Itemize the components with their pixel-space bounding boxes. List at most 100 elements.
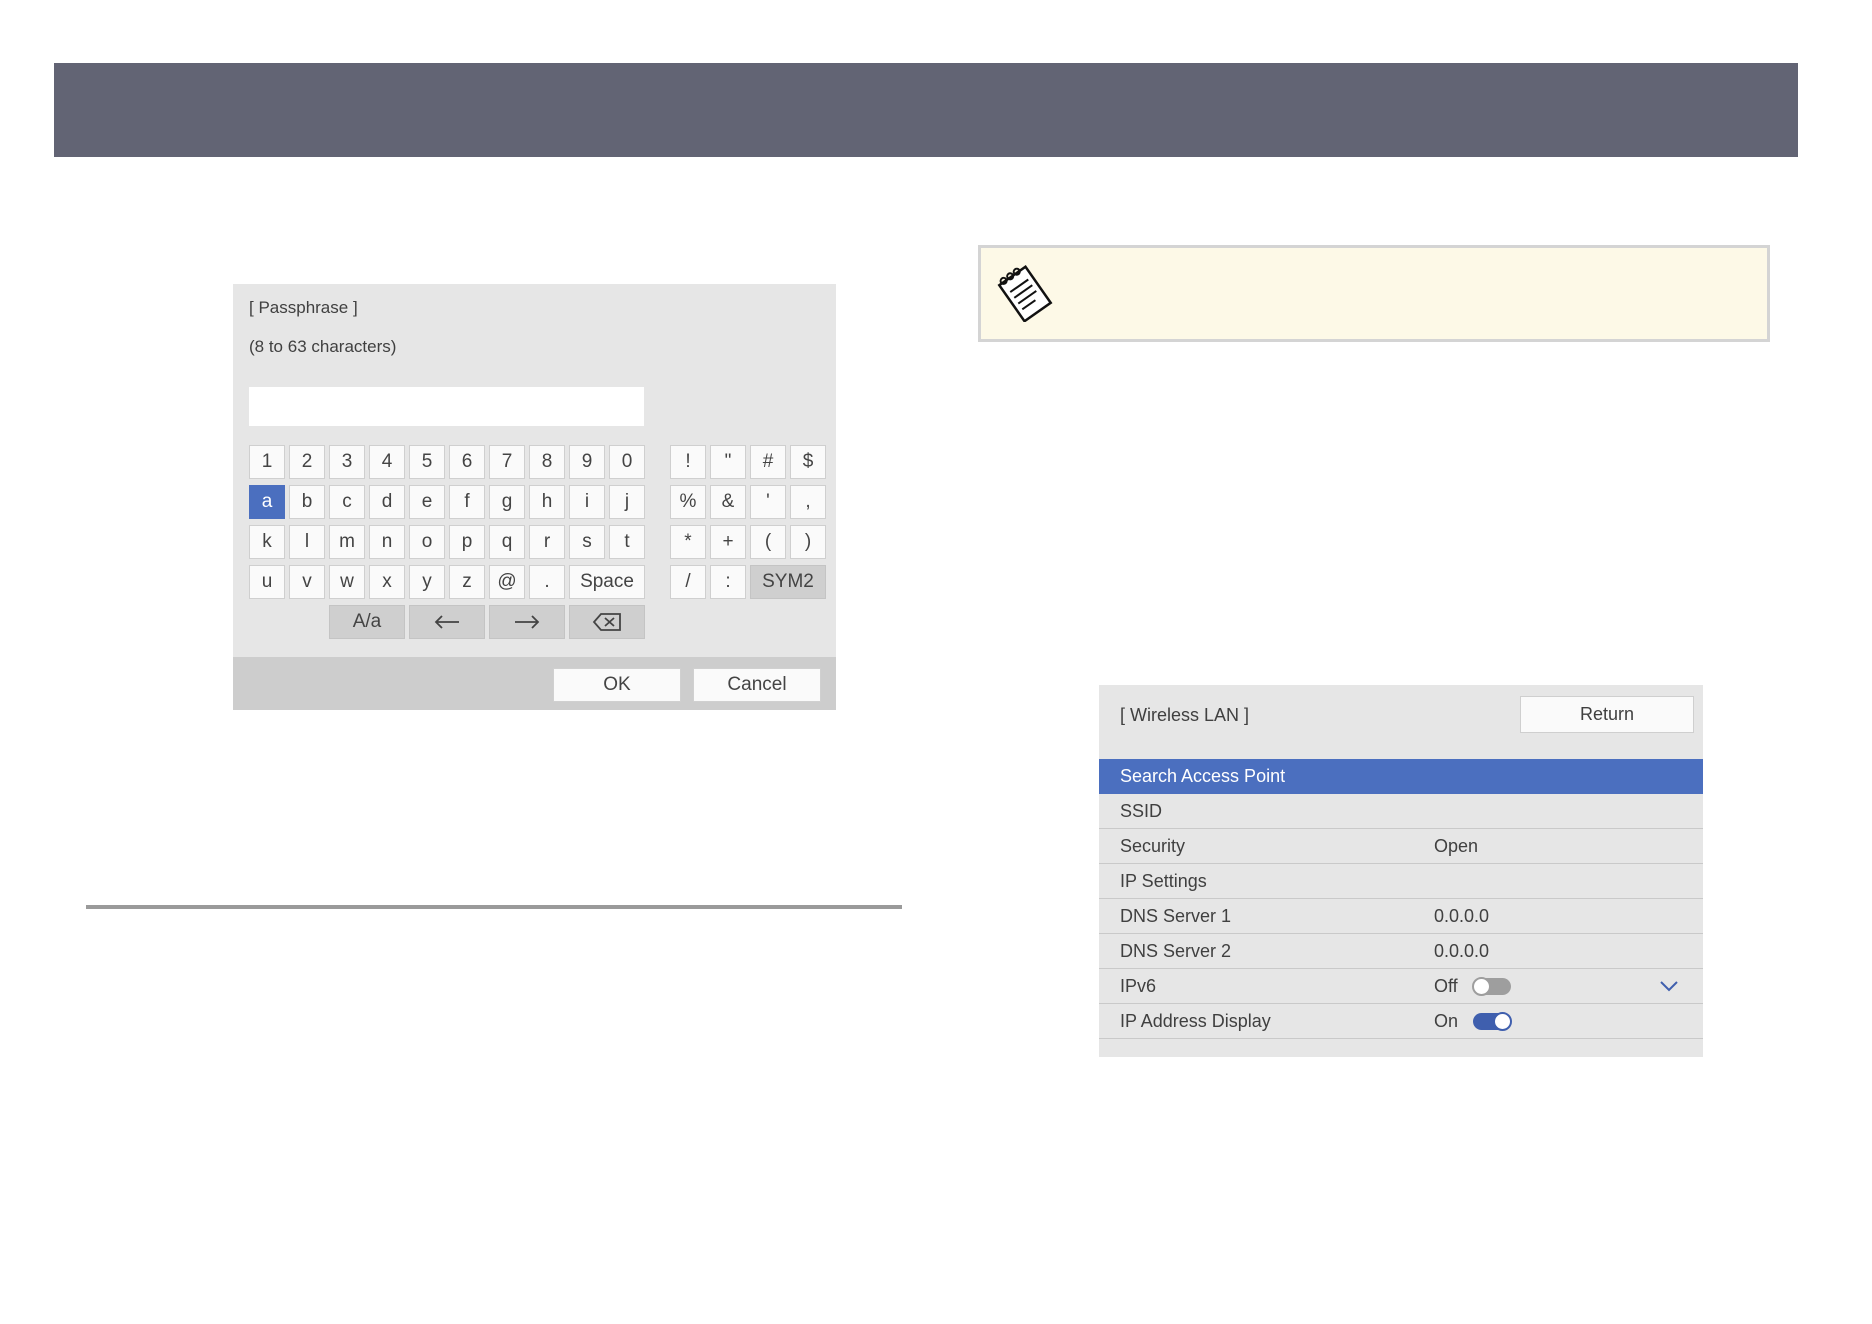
menu-item-search-access-point[interactable]: Search Access Point [1099,759,1703,794]
wireless-lan-panel: [ Wireless LAN ] Return Search Access Po… [1099,685,1703,1057]
key-a[interactable]: a [249,485,285,519]
passphrase-dialog: [ Passphrase ] (8 to 63 characters) 1 2 … [233,284,836,710]
settings-list: Search Access Point SSID Security Open I… [1099,759,1703,1039]
ok-button[interactable]: OK [553,668,681,702]
key-4[interactable]: 4 [369,445,405,479]
header-bar [54,63,1798,157]
key-double-quote[interactable]: " [710,445,746,479]
key-g[interactable]: g [489,485,525,519]
ip-address-display-toggle[interactable] [1473,1011,1513,1031]
key-1[interactable]: 1 [249,445,285,479]
key-c[interactable]: c [329,485,365,519]
backspace-key[interactable] [569,605,645,639]
key-at[interactable]: @ [489,565,525,599]
ipv6-toggle[interactable] [1471,976,1511,996]
menu-item-label: IPv6 [1120,975,1157,996]
key-p[interactable]: p [449,525,485,559]
menu-item-security[interactable]: Security Open [1099,829,1703,864]
menu-item-value: 0.0.0.0 [1434,905,1490,926]
key-comma[interactable]: , [790,485,826,519]
key-8[interactable]: 8 [529,445,565,479]
key-3[interactable]: 3 [329,445,365,479]
key-slash[interactable]: / [670,565,706,599]
menu-item-ipv6[interactable]: IPv6 Off [1099,969,1703,1004]
backspace-icon [592,613,621,631]
menu-item-ip-address-display[interactable]: IP Address Display On [1099,1004,1703,1039]
menu-item-label: SSID [1120,800,1163,821]
key-6[interactable]: 6 [449,445,485,479]
key-k[interactable]: k [249,525,285,559]
case-toggle-key[interactable]: A/a [329,605,405,639]
key-u[interactable]: u [249,565,285,599]
key-apostrophe[interactable]: ' [750,485,786,519]
key-o[interactable]: o [409,525,445,559]
menu-item-value: Off [1434,975,1458,996]
note-icon [997,265,1053,322]
cursor-right-key[interactable] [489,605,565,639]
key-open-paren[interactable]: ( [750,525,786,559]
key-colon[interactable]: : [710,565,746,599]
key-z[interactable]: z [449,565,485,599]
return-button[interactable]: Return [1520,696,1694,733]
menu-item-label: IP Settings [1120,870,1207,891]
panel-title: [ Wireless LAN ] [1120,705,1250,725]
key-v[interactable]: v [289,565,325,599]
key-ampersand[interactable]: & [710,485,746,519]
key-i[interactable]: i [569,485,605,519]
key-close-paren[interactable]: ) [790,525,826,559]
key-e[interactable]: e [409,485,445,519]
key-plus[interactable]: + [710,525,746,559]
key-s[interactable]: s [569,525,605,559]
menu-item-dns-server-1[interactable]: DNS Server 1 0.0.0.0 [1099,899,1703,934]
key-hash[interactable]: # [750,445,786,479]
key-l[interactable]: l [289,525,325,559]
key-r[interactable]: r [529,525,565,559]
menu-item-label: DNS Server 2 [1120,940,1232,961]
dialog-title: [ Passphrase ] [249,298,358,317]
arrow-left-icon [434,615,459,629]
key-j[interactable]: j [609,485,645,519]
dialog-footer: OK Cancel [233,657,836,710]
cancel-button[interactable]: Cancel [693,668,821,702]
toggle-knob [1471,976,1491,996]
key-t[interactable]: t [609,525,645,559]
key-f[interactable]: f [449,485,485,519]
key-h[interactable]: h [529,485,565,519]
section-divider [86,905,902,909]
key-m[interactable]: m [329,525,365,559]
key-n[interactable]: n [369,525,405,559]
key-q[interactable]: q [489,525,525,559]
menu-item-value: Open [1434,835,1479,856]
chevron-down-icon[interactable] [1659,980,1679,992]
key-period[interactable]: . [529,565,565,599]
key-2[interactable]: 2 [289,445,325,479]
key-d[interactable]: d [369,485,405,519]
arrow-right-icon [515,615,540,629]
key-b[interactable]: b [289,485,325,519]
menu-item-value: 0.0.0.0 [1434,940,1490,961]
key-0[interactable]: 0 [609,445,645,479]
key-dollar[interactable]: $ [790,445,826,479]
cursor-left-key[interactable] [409,605,485,639]
menu-item-dns-server-2[interactable]: DNS Server 2 0.0.0.0 [1099,934,1703,969]
key-percent[interactable]: % [670,485,706,519]
key-7[interactable]: 7 [489,445,525,479]
key-9[interactable]: 9 [569,445,605,479]
space-key[interactable]: Space [569,565,645,599]
menu-item-ip-settings[interactable]: IP Settings [1099,864,1703,899]
menu-item-value: On [1434,1010,1459,1031]
key-asterisk[interactable]: * [670,525,706,559]
passphrase-input[interactable] [249,387,644,426]
ipv6-value: Off [1434,976,1511,997]
key-exclamation[interactable]: ! [670,445,706,479]
key-5[interactable]: 5 [409,445,445,479]
security-value: Open [1434,836,1478,857]
key-w[interactable]: w [329,565,365,599]
key-x[interactable]: x [369,565,405,599]
menu-item-label: IP Address Display [1120,1010,1271,1031]
menu-item-ssid[interactable]: SSID [1099,794,1703,829]
sym2-key[interactable]: SYM2 [750,565,826,599]
menu-item-label: DNS Server 1 [1120,905,1232,926]
key-y[interactable]: y [409,565,445,599]
toggle-knob [1493,1011,1513,1031]
